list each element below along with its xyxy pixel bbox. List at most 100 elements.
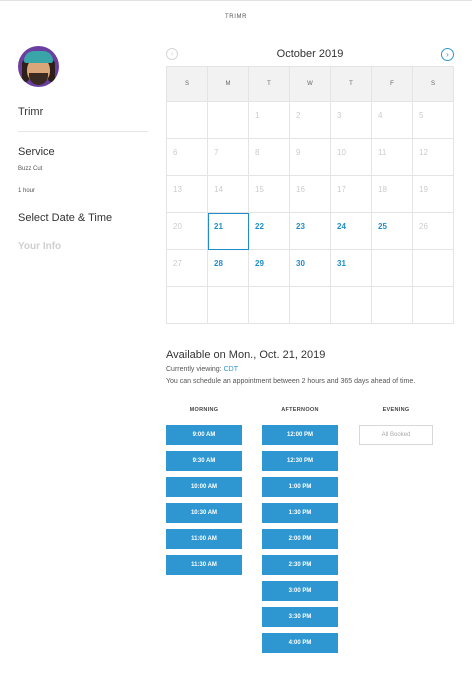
avatar: [18, 46, 59, 87]
calendar-day: 11: [372, 139, 413, 176]
afternoon-slot-button[interactable]: 1:30 PM: [262, 503, 338, 523]
calendar-day: 3: [331, 102, 372, 139]
calendar-day: 7: [208, 139, 249, 176]
afternoon-slot-button[interactable]: 3:30 PM: [262, 607, 338, 627]
calendar-day: [167, 287, 208, 324]
calendar-day[interactable]: 22: [249, 213, 290, 250]
weekday-label: T: [349, 81, 353, 87]
calendar-day-number: 31: [337, 259, 346, 268]
calendar-day: 17: [331, 176, 372, 213]
calendar-day: 4: [372, 102, 413, 139]
calendar-day-number: 2: [296, 111, 301, 120]
calendar-day: [413, 287, 454, 324]
morning-slot-button[interactable]: 10:30 AM: [166, 503, 242, 523]
calendar-header: ‹ October 2019 ›: [166, 46, 454, 64]
calendar-day-number: 13: [173, 185, 182, 194]
availability-title: Available on Mon., Oct. 21, 2019: [166, 349, 326, 361]
weekday-label: M: [225, 81, 231, 87]
calendar-day-number: 11: [378, 148, 387, 157]
viewing-label: Currently viewing:: [166, 366, 222, 373]
weekday-header: S: [413, 67, 454, 102]
weekday-header: T: [249, 67, 290, 102]
afternoon-slot-button[interactable]: 12:30 PM: [262, 451, 338, 471]
brand-title: TRIMR: [225, 14, 247, 20]
calendar-day-number: 29: [255, 259, 264, 268]
calendar-day-number: 23: [296, 222, 305, 231]
business-name: Trimr: [18, 106, 44, 118]
evening-label: EVENING: [382, 407, 410, 413]
calendar-day-number: 7: [214, 148, 219, 157]
calendar-day[interactable]: 24: [331, 213, 372, 250]
step-service-heading[interactable]: Service: [18, 146, 55, 158]
afternoon-slot-button[interactable]: 3:00 PM: [262, 581, 338, 601]
schedule-note: You can schedule an appointment between …: [166, 378, 416, 385]
calendar-day-number: 18: [378, 185, 387, 194]
calendar-day: 13: [167, 176, 208, 213]
weekday-header: M: [208, 67, 249, 102]
afternoon-slot-button[interactable]: 2:00 PM: [262, 529, 338, 549]
calendar-day-number: 21: [214, 222, 223, 231]
calendar-month-title: October 2019: [276, 48, 344, 60]
morning-label: MORNING: [189, 407, 219, 413]
calendar-day[interactable]: 31: [331, 250, 372, 287]
calendar-day: [249, 287, 290, 324]
calendar-day[interactable]: 29: [249, 250, 290, 287]
calendar-day: [208, 102, 249, 139]
afternoon-slot-button[interactable]: 12:00 PM: [262, 425, 338, 445]
weekday-header: W: [290, 67, 331, 102]
calendar-day-number: 6: [173, 148, 178, 157]
calendar-day: 27: [167, 250, 208, 287]
divider: [18, 131, 148, 132]
morning-slot-button[interactable]: 9:30 AM: [166, 451, 242, 471]
calendar-day: 15: [249, 176, 290, 213]
calendar-day: 16: [290, 176, 331, 213]
morning-slot-button[interactable]: 9:00 AM: [166, 425, 242, 445]
service-name: Buzz Cut: [18, 166, 43, 172]
calendar-day-number: 28: [214, 259, 223, 268]
calendar-day: 9: [290, 139, 331, 176]
morning-slot-button[interactable]: 11:30 AM: [166, 555, 242, 575]
calendar-day[interactable]: 30: [290, 250, 331, 287]
calendar-day: 8: [249, 139, 290, 176]
calendar-day: [208, 287, 249, 324]
calendar-day-number: 24: [337, 222, 346, 231]
weekday-header: F: [372, 67, 413, 102]
calendar-day[interactable]: 25: [372, 213, 413, 250]
calendar-day: [290, 287, 331, 324]
calendar-day-number: 25: [378, 222, 387, 231]
calendar-day-number: 14: [214, 185, 223, 194]
calendar-day-selected[interactable]: 21: [208, 213, 249, 250]
calendar-day-number: 15: [255, 185, 264, 194]
calendar-day: [372, 287, 413, 324]
calendar-day-number: 22: [255, 222, 264, 231]
calendar-day-number: 10: [337, 148, 346, 157]
morning-slot-button[interactable]: 11:00 AM: [166, 529, 242, 549]
calendar-day-number: 5: [419, 111, 424, 120]
calendar-day-number: 8: [255, 148, 260, 157]
calendar-day[interactable]: 28: [208, 250, 249, 287]
calendar-day: 1: [249, 102, 290, 139]
timezone-line: Currently viewing: CDT: [166, 366, 238, 373]
step-date-time[interactable]: Select Date & Time: [18, 212, 112, 224]
calendar-day-number: 30: [296, 259, 305, 268]
weekday-label: T: [267, 81, 271, 87]
calendar-day-number: 1: [255, 111, 260, 120]
morning-slot-button[interactable]: 10:00 AM: [166, 477, 242, 497]
afternoon-slot-button[interactable]: 4:00 PM: [262, 633, 338, 653]
calendar-day: 14: [208, 176, 249, 213]
calendar-day-number: 3: [337, 111, 342, 120]
calendar-day: 6: [167, 139, 208, 176]
calendar-day: 19: [413, 176, 454, 213]
afternoon-slot-button[interactable]: 2:30 PM: [262, 555, 338, 575]
calendar-day: 2: [290, 102, 331, 139]
calendar-day-number: 16: [296, 185, 305, 194]
calendar-grid: S M T W T F S 1 2 3 4 5 6 7 8 9 10 11 12 13 14 15 16 17 18 19 20 21…: [166, 66, 454, 324]
top-bar: TRIMR: [0, 0, 472, 30]
chevron-right-icon[interactable]: ›: [441, 48, 454, 61]
calendar-day[interactable]: 23: [290, 213, 331, 250]
afternoon-slot-button[interactable]: 1:00 PM: [262, 477, 338, 497]
calendar-day: [413, 250, 454, 287]
timezone-link[interactable]: CDT: [224, 366, 238, 373]
calendar-day: [331, 287, 372, 324]
weekday-label: S: [184, 81, 189, 87]
